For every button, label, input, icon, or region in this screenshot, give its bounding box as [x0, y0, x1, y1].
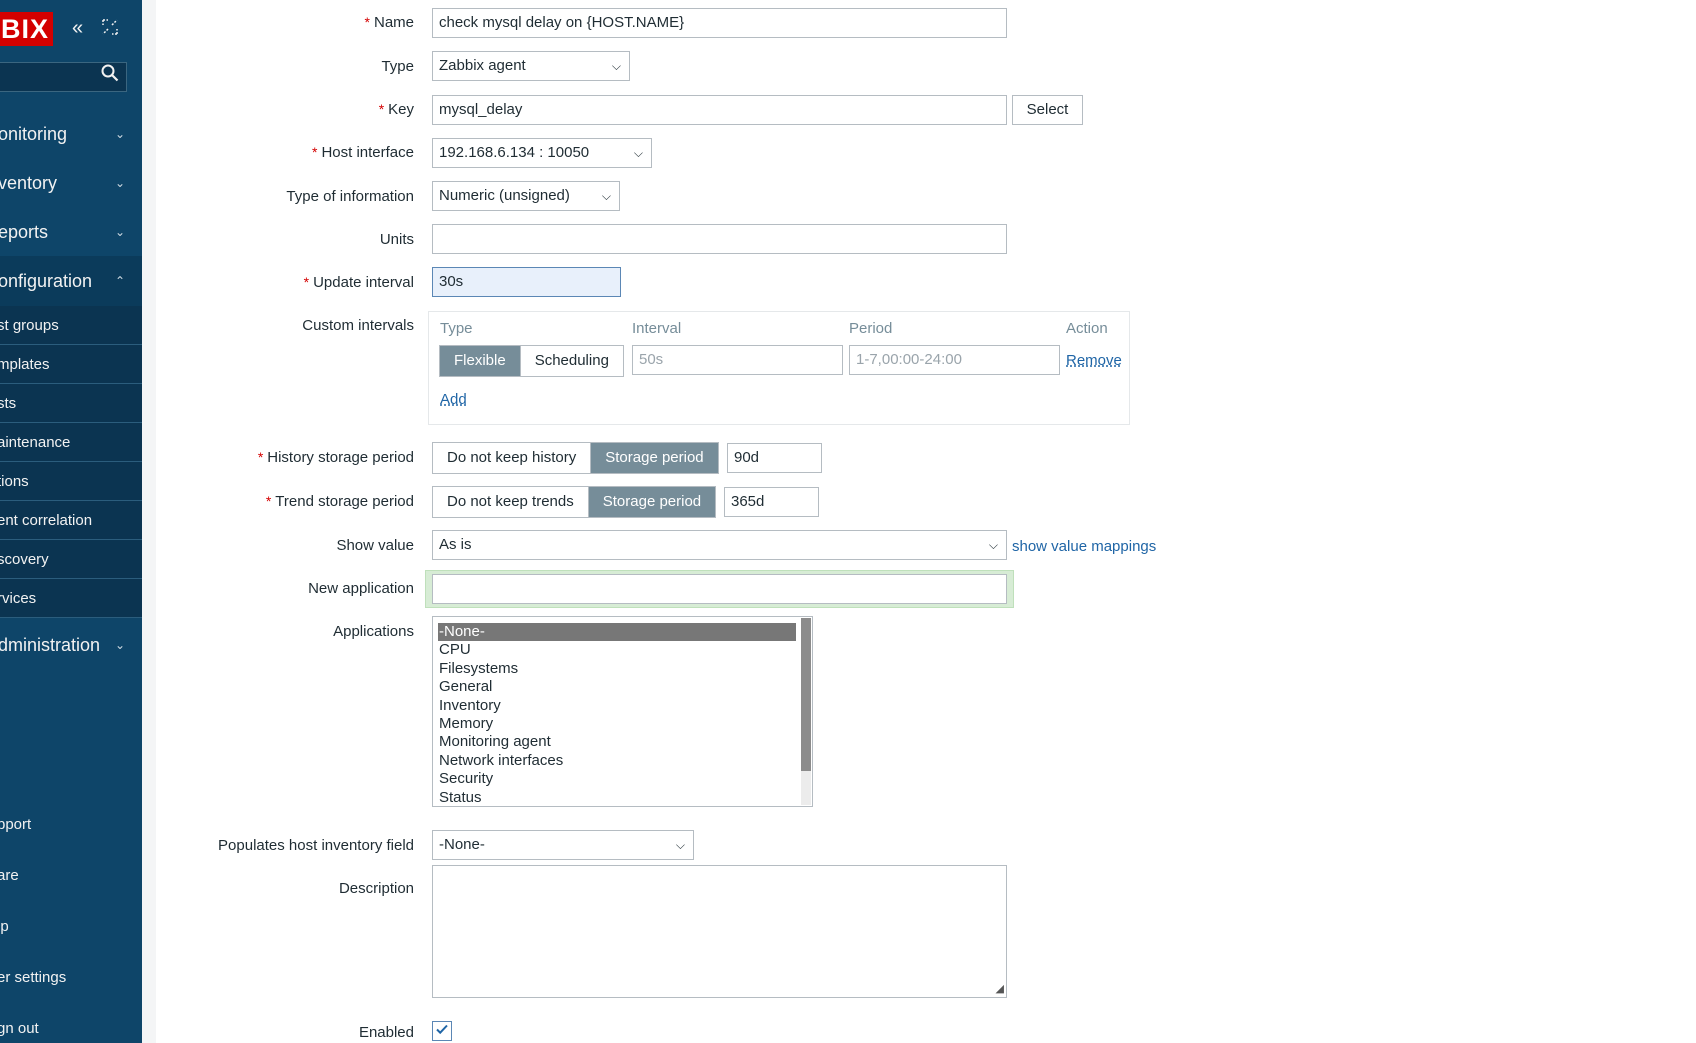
sidebar: BIX « onitoring ⌄ ventory ⌄ eports ⌄ onf…	[0, 0, 142, 1043]
submenu-maintenance[interactable]: aintenance	[0, 423, 142, 462]
history-storage-toggle: Do not keep history Storage period	[432, 442, 719, 474]
checkmark-icon	[436, 1024, 448, 1035]
scrollbar-thumb[interactable]	[801, 618, 811, 771]
chevron-down-icon: ⌵	[601, 189, 611, 203]
key-select-button[interactable]: Select	[1012, 95, 1083, 125]
sidebar-edge	[142, 0, 156, 1043]
history-storage-period-option[interactable]: Storage period	[590, 443, 718, 473]
menu-administration[interactable]: dministration ⌄	[0, 620, 142, 670]
submenu-services[interactable]: rvices	[0, 579, 142, 618]
show-value-label: Show value	[336, 537, 414, 554]
list-item[interactable]: Inventory	[433, 697, 812, 715]
chevron-down-icon: ⌄	[115, 225, 126, 239]
name-label: * Name	[364, 14, 414, 31]
chevron-down-icon: ⌵	[675, 838, 685, 852]
menu-configuration[interactable]: onfiguration ⌃	[0, 256, 142, 306]
list-item[interactable]: General	[433, 678, 812, 696]
show-value-select[interactable]: As is ⌵	[432, 530, 1007, 560]
menu-support[interactable]: pport	[0, 805, 142, 845]
host-interface-label: * Host interface	[312, 144, 414, 161]
zabbix-logo[interactable]: BIX	[0, 12, 53, 46]
submenu-host-groups[interactable]: st groups	[0, 306, 142, 345]
type-label: Type	[381, 58, 414, 75]
chevron-down-icon: ⌄	[115, 638, 126, 652]
add-interval-link[interactable]: Add	[440, 391, 467, 408]
list-item[interactable]: -None-	[438, 623, 796, 642]
menu-reports[interactable]: eports ⌄	[0, 207, 142, 257]
name-input[interactable]: check mysql delay on {HOST.NAME}	[432, 8, 1007, 38]
submenu-templates[interactable]: mplates	[0, 345, 142, 384]
trend-storage-toggle: Do not keep trends Storage period	[432, 486, 717, 518]
menu-sign-out[interactable]: gn out	[0, 1009, 142, 1043]
resize-handle-icon[interactable]: ◢	[996, 982, 1004, 995]
units-label: Units	[379, 231, 414, 248]
column-header-interval: Interval	[632, 320, 682, 337]
trend-storage-label: * Trend storage period	[265, 493, 414, 510]
chevron-down-icon: ⌵	[988, 538, 998, 552]
enabled-label: Enabled	[358, 1024, 414, 1041]
custom-interval-input[interactable]: 50s	[632, 345, 843, 375]
list-item[interactable]: Security	[433, 770, 812, 788]
column-header-type: Type	[440, 320, 473, 337]
chevron-down-icon: ⌄	[115, 176, 126, 190]
key-label: * Key	[378, 101, 414, 118]
column-header-action: Action	[1066, 320, 1108, 337]
inventory-field-select[interactable]: -None- ⌵	[432, 830, 694, 860]
enabled-checkbox[interactable]	[432, 1021, 452, 1041]
new-application-input[interactable]	[432, 574, 1007, 604]
list-item[interactable]: Memory	[433, 715, 812, 733]
remove-interval-link[interactable]: Remove	[1066, 352, 1122, 369]
menu-inventory[interactable]: ventory ⌄	[0, 158, 142, 208]
custom-interval-type-toggle: Flexible Scheduling	[439, 345, 624, 377]
custom-intervals-label: Custom intervals	[302, 317, 414, 334]
menu-help[interactable]: lp	[0, 907, 142, 947]
trend-storage-input[interactable]: 365d	[724, 487, 819, 517]
list-item[interactable]: CPU	[433, 641, 812, 659]
menu-share[interactable]: are	[0, 856, 142, 896]
submenu-hosts[interactable]: sts	[0, 384, 142, 423]
units-input[interactable]	[432, 224, 1007, 254]
list-item[interactable]: Network interfaces	[433, 752, 812, 770]
submenu-actions[interactable]: tions	[0, 462, 142, 501]
do-not-keep-trends-option[interactable]: Do not keep trends	[433, 487, 588, 517]
double-chevron-left-icon[interactable]: «	[72, 18, 83, 38]
type-select[interactable]: Zabbix agent ⌵	[432, 51, 630, 81]
configuration-submenu: st groups mplates sts aintenance tions e…	[0, 306, 142, 618]
inventory-field-label: Populates host inventory field	[218, 837, 414, 854]
show-value-mappings-link[interactable]: show value mappings	[1012, 538, 1156, 555]
new-application-label: New application	[308, 580, 414, 597]
history-storage-input[interactable]: 90d	[727, 443, 822, 473]
key-input[interactable]: mysql_delay	[432, 95, 1007, 125]
list-item[interactable]: Monitoring agent	[433, 733, 812, 751]
type-of-information-label: Type of information	[286, 188, 414, 205]
custom-period-input[interactable]: 1-7,00:00-24:00	[849, 345, 1060, 375]
description-label: Description	[338, 880, 414, 897]
chevron-down-icon: ⌵	[633, 146, 643, 160]
menu-monitoring[interactable]: onitoring ⌄	[0, 109, 142, 159]
update-interval-label: * Update interval	[303, 274, 414, 291]
search-icon[interactable]	[101, 64, 119, 86]
applications-listbox[interactable]: -None- CPU Filesystems General Inventory…	[432, 616, 813, 807]
applications-label: Applications	[333, 623, 414, 640]
chevron-up-icon: ⌃	[115, 274, 126, 288]
trend-storage-period-option[interactable]: Storage period	[587, 487, 716, 517]
chevron-down-icon: ⌵	[611, 59, 621, 73]
list-item[interactable]: Status	[433, 789, 812, 806]
flexible-option[interactable]: Flexible	[440, 346, 520, 376]
submenu-discovery[interactable]: scovery	[0, 540, 142, 579]
description-textarea[interactable]: ◢	[432, 865, 1007, 998]
scheduling-option[interactable]: Scheduling	[519, 346, 623, 376]
menu-user-settings[interactable]: er settings	[0, 958, 142, 998]
column-header-period: Period	[849, 320, 893, 337]
do-not-keep-history-option[interactable]: Do not keep history	[433, 443, 591, 473]
applications-scrollbar[interactable]	[801, 618, 811, 805]
submenu-event-correlation[interactable]: ent correlation	[0, 501, 142, 540]
host-interface-select[interactable]: 192.168.6.134 : 10050 ⌵	[432, 138, 652, 168]
kiosk-mode-icon[interactable]	[102, 19, 118, 39]
type-of-information-select[interactable]: Numeric (unsigned) ⌵	[432, 181, 620, 211]
chevron-down-icon: ⌄	[115, 127, 126, 141]
list-item[interactable]: Filesystems	[433, 660, 812, 678]
history-storage-label: * History storage period	[257, 449, 414, 466]
update-interval-input[interactable]: 30s	[432, 267, 621, 297]
